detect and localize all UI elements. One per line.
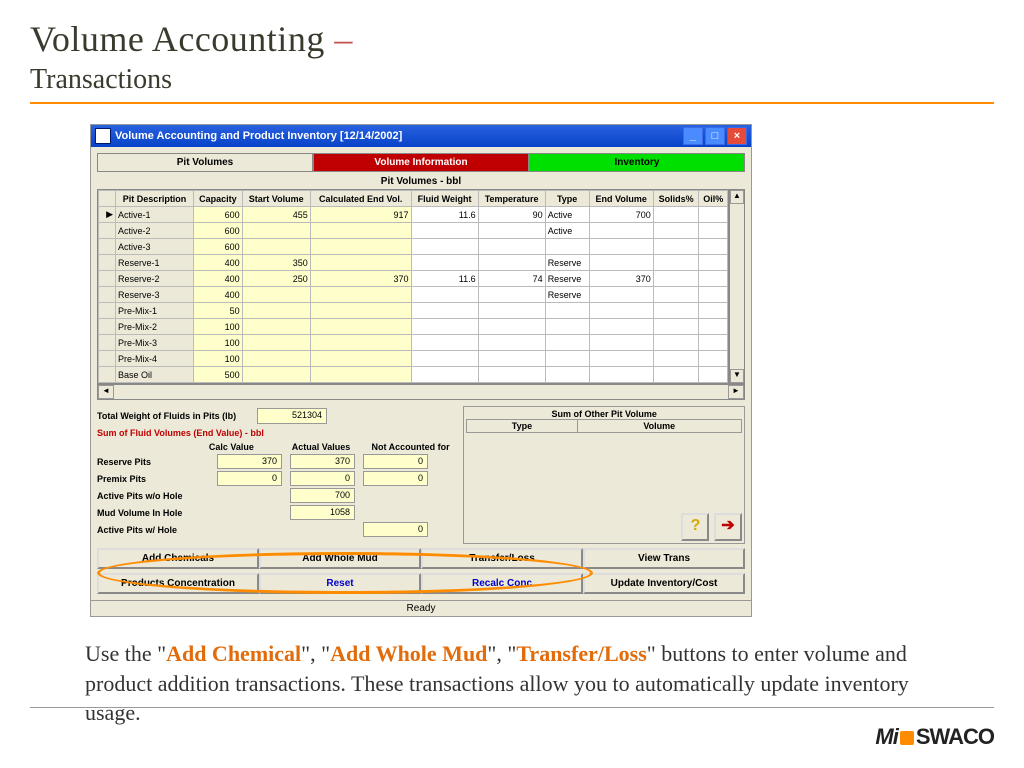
view-trans-button[interactable]: View Trans <box>583 548 745 569</box>
table-row[interactable]: Pre-Mix-2100 <box>99 319 728 335</box>
table-row[interactable]: Reserve-1400350Reserve <box>99 255 728 271</box>
help-icon[interactable]: ? <box>681 513 709 541</box>
calc-row: Mud Volume In Hole1058 <box>97 505 455 520</box>
products-concentration-button[interactable]: Products Concentration <box>97 573 259 594</box>
tab-volume-info[interactable]: Volume Information <box>313 153 529 172</box>
col-header: Solids% <box>653 191 699 207</box>
col-actual: Actual Values <box>276 442 366 452</box>
col-header: Temperature <box>478 191 545 207</box>
status-bar: Ready <box>91 600 751 616</box>
recalc-conc-button[interactable]: Recalc Conc <box>421 573 583 594</box>
exit-icon[interactable]: ➔ <box>714 513 742 541</box>
calc-row: Premix Pits000 <box>97 471 455 486</box>
table-row[interactable]: Pre-Mix-150 <box>99 303 728 319</box>
app-icon <box>95 128 111 144</box>
table-row[interactable]: Base Oil500 <box>99 367 728 383</box>
calc-row: Active Pits w/o Hole700 <box>97 488 455 503</box>
divider <box>30 102 994 104</box>
total-weight-value: 521304 <box>257 408 327 424</box>
slide-subtitle: Transactions <box>30 64 994 96</box>
col-calc-value: Calc Value <box>187 442 277 452</box>
logo: MiSWACO <box>875 724 994 750</box>
table-row[interactable]: Reserve-3400Reserve <box>99 287 728 303</box>
minimize-button[interactable]: _ <box>683 127 703 145</box>
update-inventory-button[interactable]: Update Inventory/Cost <box>583 573 745 594</box>
col-header: Type <box>545 191 589 207</box>
window-titlebar: Volume Accounting and Product Inventory … <box>91 125 751 147</box>
col-header: Start Volume <box>242 191 310 207</box>
col-header: Oil% <box>699 191 728 207</box>
calc-row: Active Pits w/ Hole0 <box>97 522 455 537</box>
table-row[interactable]: Active-3600 <box>99 239 728 255</box>
transfer-loss-button[interactable]: Transfer/Loss <box>421 548 583 569</box>
close-button[interactable]: × <box>727 127 747 145</box>
horizontal-scrollbar[interactable]: ◄► <box>97 384 745 400</box>
col-header: Pit Description <box>116 191 194 207</box>
col-not-accounted: Not Accounted for <box>366 442 456 452</box>
table-row[interactable]: ▶Active-160045591711.690Active700 <box>99 207 728 223</box>
other-pit-table: TypeVolume <box>466 419 742 433</box>
slide-title: Volume Accounting – <box>30 18 994 60</box>
window-title: Volume Accounting and Product Inventory … <box>115 130 683 142</box>
table-row[interactable]: Reserve-240025037011.674Reserve370 <box>99 271 728 287</box>
table-row[interactable]: Pre-Mix-3100 <box>99 335 728 351</box>
pit-grid[interactable]: Pit DescriptionCapacityStart VolumeCalcu… <box>97 189 729 384</box>
col-header: End Volume <box>589 191 653 207</box>
maximize-button[interactable]: □ <box>705 127 725 145</box>
reset-button[interactable]: Reset <box>259 573 421 594</box>
tab-inventory[interactable]: Inventory <box>529 153 745 172</box>
total-weight-label: Total Weight of Fluids in Pits (lb) <box>97 411 257 421</box>
panel-title: Pit Volumes - bbl <box>97 176 745 187</box>
tab-pit-volumes[interactable]: Pit Volumes <box>97 153 313 172</box>
other-pit-title: Sum of Other Pit Volume <box>466 409 742 419</box>
col-header: Calculated End Vol. <box>310 191 411 207</box>
sum-title: Sum of Fluid Volumes (End Value) - bbl <box>97 428 455 438</box>
add-whole-mud-button[interactable]: Add Whole Mud <box>259 548 421 569</box>
add-chemicals-button[interactable]: Add Chemicals <box>97 548 259 569</box>
vertical-scrollbar[interactable]: ▲▼ <box>729 189 745 384</box>
table-row[interactable]: Active-2600Active <box>99 223 728 239</box>
table-row[interactable]: Pre-Mix-4100 <box>99 351 728 367</box>
calc-row: Reserve Pits3703700 <box>97 454 455 469</box>
col-header: Capacity <box>194 191 242 207</box>
caption-text: Use the "Add Chemical", "Add Whole Mud",… <box>85 639 939 728</box>
col-header: Fluid Weight <box>411 191 478 207</box>
footer-divider <box>30 707 994 708</box>
